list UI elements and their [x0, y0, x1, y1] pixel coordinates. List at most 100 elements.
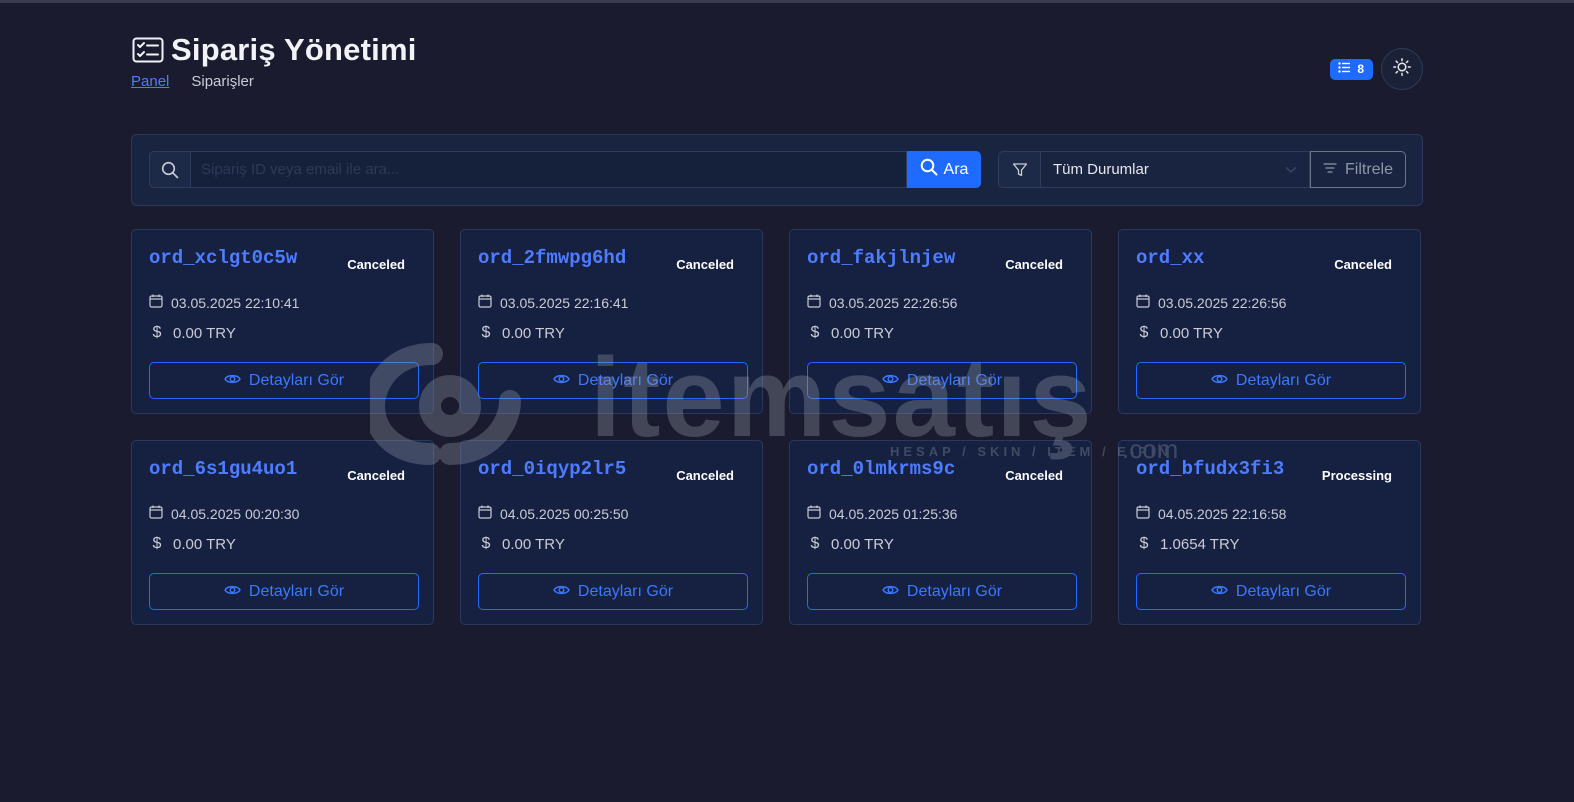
order-card: ord_2fmwpg6hd Canceled 03.05.2025 22:16:… [460, 229, 763, 414]
order-id[interactable]: ord_0iqyp2lr5 [478, 458, 626, 480]
search-input[interactable] [190, 151, 907, 188]
order-amount-row: $ 0.00 TRY [480, 535, 565, 553]
view-details-label: Detayları Gör [577, 582, 674, 600]
order-amount-row: $ 0.00 TRY [1138, 324, 1223, 342]
order-amount: 0.00 TRY [173, 324, 236, 342]
order-date: 03.05.2025 22:26:56 [829, 294, 958, 311]
order-date: 03.05.2025 22:26:56 [1158, 294, 1287, 311]
search-button[interactable]: Ara [907, 151, 981, 188]
window-top-border [0, 0, 1574, 3]
view-details-button[interactable]: Detayları Gör [1136, 362, 1406, 399]
order-count-badge: 8 [1330, 58, 1373, 80]
header-actions: 8 [1330, 48, 1423, 90]
filter-button[interactable]: Filtrele [1310, 151, 1406, 188]
view-details-button[interactable]: Detayları Gör [478, 573, 748, 610]
order-card: ord_xclgt0c5w Canceled 03.05.2025 22:10:… [131, 229, 434, 414]
search-button-label: Ara [943, 160, 969, 178]
order-id[interactable]: ord_xclgt0c5w [149, 247, 297, 269]
list-icon [1338, 62, 1351, 76]
dollar-icon: $ [481, 535, 491, 552]
status-badge: Canceled [1334, 257, 1392, 272]
eye-icon [553, 372, 570, 390]
order-card: ord_fakjlnjew Canceled 03.05.2025 22:26:… [789, 229, 1092, 414]
order-id[interactable]: ord_bfudx3fi3 [1136, 458, 1284, 480]
order-amount: 0.00 TRY [173, 535, 236, 553]
sun-icon [1393, 57, 1411, 81]
order-id[interactable]: ord_xx [1136, 247, 1204, 269]
checklist-icon [131, 35, 165, 65]
order-card: ord_xx Canceled 03.05.2025 22:26:56 $ 0.… [1118, 229, 1421, 414]
view-details-label: Detayları Gör [248, 371, 345, 389]
dollar-icon: $ [1139, 535, 1149, 552]
theme-toggle-button[interactable] [1381, 48, 1423, 90]
dollar-icon: $ [810, 324, 820, 341]
eye-icon [224, 372, 241, 390]
order-amount: 0.00 TRY [831, 324, 894, 342]
order-date-row: 04.05.2025 22:16:58 [1136, 505, 1286, 522]
chevron-down-icon [1285, 161, 1297, 178]
order-date: 04.05.2025 22:16:58 [1158, 505, 1287, 522]
order-date-row: 04.05.2025 00:20:30 [149, 505, 299, 522]
status-badge: Canceled [347, 468, 405, 483]
order-id[interactable]: ord_2fmwpg6hd [478, 247, 626, 269]
dollar-icon: $ [810, 535, 820, 552]
status-badge: Canceled [347, 257, 405, 272]
status-badge: Canceled [676, 468, 734, 483]
eye-icon [882, 583, 899, 601]
order-id[interactable]: ord_fakjlnjew [807, 247, 955, 269]
calendar-icon [1136, 505, 1150, 522]
calendar-icon [478, 294, 492, 311]
order-date-row: 04.05.2025 01:25:36 [807, 505, 957, 522]
view-details-label: Detayları Gör [248, 582, 345, 600]
order-amount: 0.00 TRY [502, 535, 565, 553]
order-id[interactable]: ord_6s1gu4uo1 [149, 458, 297, 480]
order-card: ord_bfudx3fi3 Processing 04.05.2025 22:1… [1118, 440, 1421, 625]
eye-icon [1211, 583, 1228, 601]
order-card: ord_6s1gu4uo1 Canceled 04.05.2025 00:20:… [131, 440, 434, 625]
order-amount: 0.00 TRY [831, 535, 894, 553]
view-details-button[interactable]: Detayları Gör [1136, 573, 1406, 610]
order-amount-row: $ 1.0654 TRY [1138, 535, 1240, 553]
status-select[interactable]: Tüm Durumlar [1040, 151, 1310, 188]
filter-lines-icon [1323, 161, 1337, 179]
order-amount-row: $ 0.00 TRY [480, 324, 565, 342]
title-row: Sipariş Yönetimi [131, 30, 417, 70]
order-amount-row: $ 0.00 TRY [151, 535, 236, 553]
calendar-icon [149, 294, 163, 311]
order-date: 04.05.2025 00:20:30 [171, 505, 300, 522]
dollar-icon: $ [1139, 324, 1149, 341]
order-amount-row: $ 0.00 TRY [809, 535, 894, 553]
filter-button-label: Filtrele [1344, 160, 1393, 178]
status-badge: Processing [1321, 468, 1392, 483]
status-badge: Canceled [1005, 257, 1063, 272]
order-date-row: 04.05.2025 00:25:50 [478, 505, 628, 522]
view-details-button[interactable]: Detayları Gör [807, 573, 1077, 610]
view-details-button[interactable]: Detayları Gör [478, 362, 748, 399]
order-date-row: 03.05.2025 22:26:56 [807, 294, 957, 311]
dollar-icon: $ [152, 535, 162, 552]
view-details-button[interactable]: Detayları Gör [149, 573, 419, 610]
status-badge: Canceled [1005, 468, 1063, 483]
breadcrumb-link-panel[interactable]: Panel [131, 73, 169, 90]
view-details-label: Detayları Gör [577, 371, 674, 389]
eye-icon [224, 583, 241, 601]
breadcrumb: Panel Siparişler [131, 73, 254, 90]
order-date-row: 03.05.2025 22:16:41 [478, 294, 628, 311]
order-amount: 0.00 TRY [1160, 324, 1223, 342]
view-details-button[interactable]: Detayları Gör [149, 362, 419, 399]
page-title: Sipariş Yönetimi [171, 32, 417, 67]
order-count: 8 [1357, 62, 1364, 76]
eye-icon [553, 583, 570, 601]
search-group: Ara [149, 151, 981, 188]
view-details-label: Detayları Gör [906, 371, 1003, 389]
view-details-button[interactable]: Detayları Gör [807, 362, 1077, 399]
order-amount: 0.00 TRY [502, 324, 565, 342]
order-date: 04.05.2025 00:25:50 [500, 505, 629, 522]
dollar-icon: $ [481, 324, 491, 341]
view-details-label: Detayları Gör [906, 582, 1003, 600]
order-id[interactable]: ord_0lmkrms9c [807, 458, 955, 480]
search-icon [149, 151, 190, 188]
eye-icon [1211, 372, 1228, 390]
order-date: 03.05.2025 22:16:41 [500, 294, 629, 311]
calendar-icon [149, 505, 163, 522]
